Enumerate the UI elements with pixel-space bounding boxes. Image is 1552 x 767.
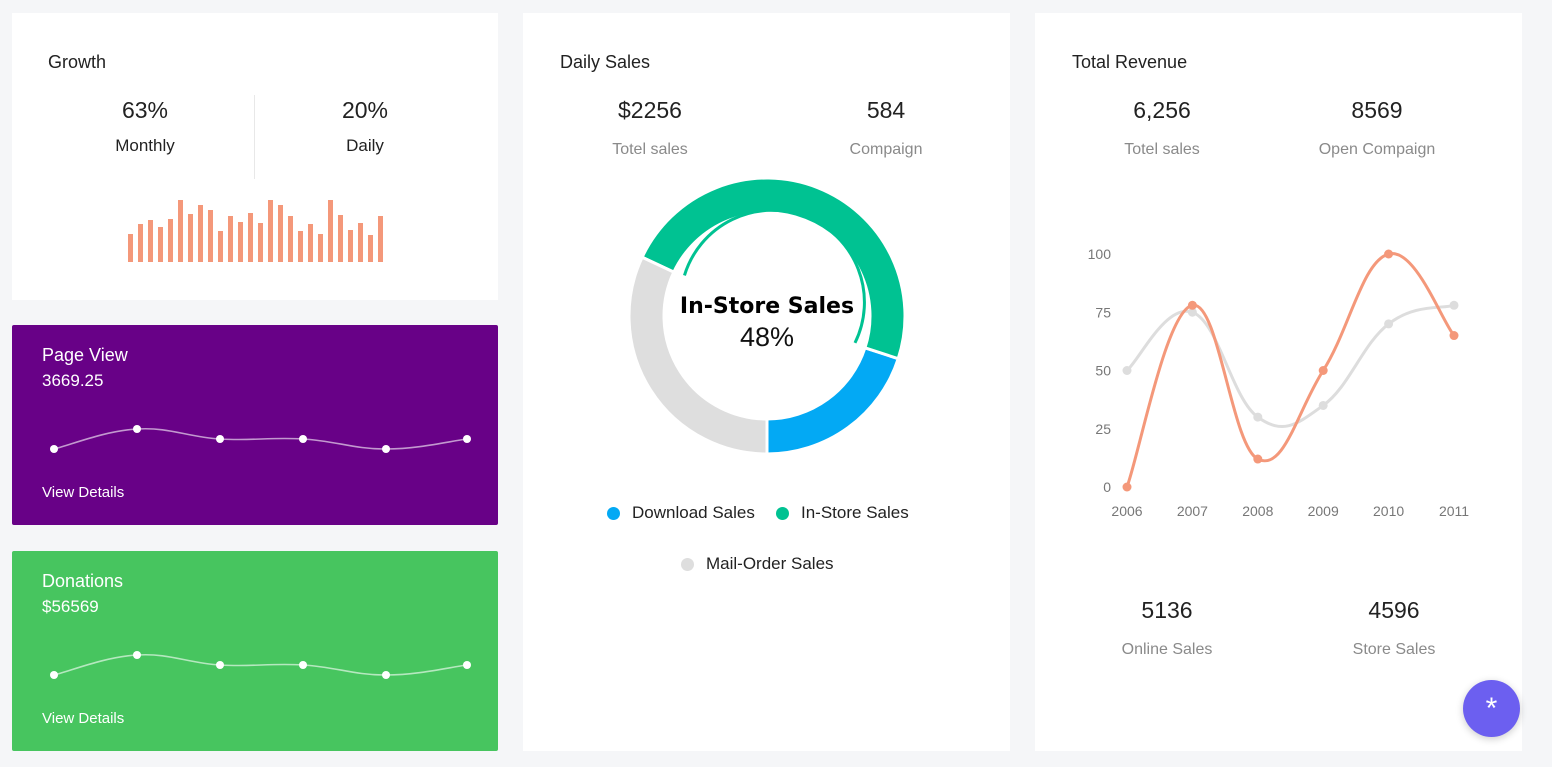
growth-bar <box>368 235 373 262</box>
series-point <box>1449 300 1459 310</box>
page-view-details-link[interactable]: View Details <box>42 484 124 501</box>
total-revenue-card: Total Revenue 6,256 Totel sales 8569 Ope… <box>1035 13 1522 751</box>
growth-bar <box>128 234 133 262</box>
store-sales-label: Store Sales <box>1352 641 1436 658</box>
sparkline-point <box>299 661 307 669</box>
asterisk-icon: * <box>1485 691 1498 725</box>
series-point <box>1122 366 1132 375</box>
x-tick-label: 2008 <box>1242 503 1273 519</box>
x-tick-label: 2010 <box>1373 503 1404 519</box>
growth-bar <box>318 234 323 262</box>
sparkline-point <box>382 671 390 679</box>
x-tick-label: 2011 <box>1439 503 1469 519</box>
sparkline-point <box>133 425 141 433</box>
x-tick-label: 2006 <box>1111 503 1142 519</box>
page-view-card: Page View 3669.25 View Details <box>12 325 498 525</box>
y-tick-label: 50 <box>1095 363 1111 379</box>
sparkline-point <box>463 435 471 443</box>
series-point <box>1122 482 1132 492</box>
donut-center-label: In-Store Sales <box>680 294 854 319</box>
x-tick-label: 2007 <box>1177 503 1208 519</box>
donut-slice-mail-order-sales <box>627 255 769 456</box>
growth-bar <box>288 216 293 262</box>
growth-card: Growth 63% Monthly 20% Daily <box>12 13 498 300</box>
donations-card: Donations $56569 View Details <box>12 551 498 751</box>
series-line <box>1125 252 1456 488</box>
legend-label: In-Store Sales <box>801 503 909 522</box>
legend-dot <box>681 557 694 571</box>
growth-bar <box>248 213 253 262</box>
growth-bar <box>268 200 273 262</box>
series-point <box>1253 454 1263 464</box>
growth-bar <box>158 227 163 262</box>
donut-slice-download-sales <box>765 345 901 456</box>
y-tick-label: 100 <box>1088 246 1112 262</box>
series-point <box>1384 249 1394 259</box>
revenue-line-chart: 0 25 50 75 100 2006 2007 2008 2009 2010 2011 <box>1088 246 1470 519</box>
y-tick-label: 25 <box>1095 421 1111 437</box>
growth-bar <box>138 224 143 262</box>
x-tick-label: 2009 <box>1308 503 1339 519</box>
floating-action-button[interactable]: * <box>1463 680 1520 737</box>
online-sales-value: 5136 <box>1141 597 1193 623</box>
online-sales-label: Online Sales <box>1121 641 1213 658</box>
sparkline-point <box>133 651 141 659</box>
series-point <box>1253 412 1263 422</box>
sparkline-point <box>216 661 224 669</box>
legend-mail-order-sales[interactable]: Mail-Order Sales <box>681 554 834 574</box>
sparkline-point <box>463 661 471 669</box>
sparkline-point <box>50 671 58 679</box>
legend-label: Mail-Order Sales <box>706 554 834 573</box>
sparkline-point <box>216 435 224 443</box>
legend-dot <box>607 506 620 520</box>
series-point <box>1384 319 1394 329</box>
growth-bar-chart <box>128 200 383 262</box>
growth-bar <box>218 231 223 262</box>
growth-bar <box>168 219 173 262</box>
growth-bar <box>278 205 283 262</box>
legend-dot <box>776 506 789 520</box>
sparkline-point <box>299 435 307 443</box>
legend-label: Download Sales <box>632 503 755 522</box>
series-point <box>1318 400 1328 410</box>
growth-bar <box>258 223 263 262</box>
growth-bar <box>228 216 233 262</box>
donut-center-value: 48% <box>740 322 794 352</box>
growth-bar <box>198 205 203 262</box>
sales-donut-chart: In-Store Sales 48% <box>627 176 907 456</box>
growth-bar <box>348 230 353 262</box>
donations-details-link[interactable]: View Details <box>42 710 124 727</box>
growth-bar <box>178 200 183 262</box>
growth-bar <box>378 216 383 262</box>
growth-bar <box>238 222 243 262</box>
series-point <box>1449 331 1459 341</box>
series-point <box>1318 366 1328 375</box>
legend-in-store-sales[interactable]: In-Store Sales <box>776 503 909 523</box>
legend-download-sales[interactable]: Download Sales <box>607 503 755 523</box>
y-tick-label: 75 <box>1095 304 1111 320</box>
growth-bar <box>298 231 303 262</box>
sparkline-point <box>382 445 390 453</box>
growth-bar <box>308 224 313 262</box>
growth-bar <box>148 220 153 262</box>
daily-sales-card: Daily Sales $2256 Totel sales 584 Compai… <box>523 13 1010 751</box>
series-point <box>1187 300 1197 310</box>
y-tick-label: 0 <box>1103 479 1111 495</box>
growth-bar <box>338 215 343 262</box>
sparkline-point <box>50 445 58 453</box>
growth-bar <box>188 214 193 262</box>
growth-bar <box>358 223 363 262</box>
store-sales-value: 4596 <box>1368 597 1420 623</box>
sparkline-line <box>53 653 468 676</box>
growth-bar <box>328 200 333 262</box>
growth-bar <box>208 210 213 262</box>
sparkline-line <box>53 427 468 450</box>
